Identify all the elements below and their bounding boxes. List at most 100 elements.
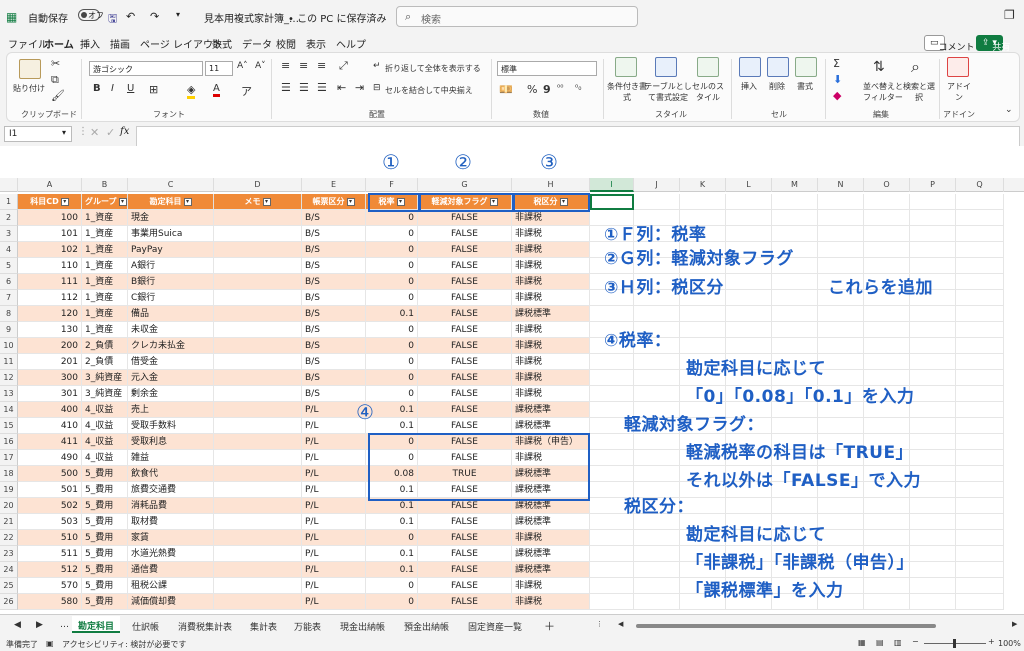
table-cell[interactable]: 非課税 xyxy=(512,274,590,290)
table-cell[interactable]: FALSE xyxy=(418,258,512,274)
empty-cell[interactable] xyxy=(956,210,1004,226)
table-cell[interactable]: 502 xyxy=(18,498,82,514)
table-cell[interactable]: FALSE xyxy=(418,514,512,530)
table-cell[interactable]: 501 xyxy=(18,482,82,498)
table-cell[interactable]: FALSE xyxy=(418,306,512,322)
table-cell[interactable]: 5_費用 xyxy=(82,578,128,594)
empty-cell[interactable] xyxy=(590,546,634,562)
table-cell[interactable] xyxy=(214,290,302,306)
cut-icon[interactable]: ✂ xyxy=(51,57,60,70)
indent-icon[interactable]: ⇤ xyxy=(337,81,346,94)
empty-cell[interactable] xyxy=(726,194,772,210)
font-name-combo[interactable]: 游ゴシック xyxy=(89,61,203,76)
table-cell[interactable]: 201 xyxy=(18,354,82,370)
empty-cell[interactable] xyxy=(772,226,818,242)
delete-cells-icon[interactable] xyxy=(767,57,789,77)
empty-cell[interactable] xyxy=(590,434,634,450)
table-header-cell[interactable]: 帳票区分 ▾ xyxy=(302,194,366,210)
empty-cell[interactable] xyxy=(910,434,956,450)
table-cell[interactable]: FALSE xyxy=(418,354,512,370)
row-header[interactable]: 13 xyxy=(0,386,18,402)
table-cell[interactable]: 課税標準 xyxy=(512,546,590,562)
row-header[interactable]: 16 xyxy=(0,434,18,450)
tab-splitter-icon[interactable]: ⋮ xyxy=(596,620,603,628)
table-header-cell[interactable]: メモ ▾ xyxy=(214,194,302,210)
increase-decimal-icon[interactable]: ⁰⁰ xyxy=(557,83,563,92)
document-title[interactable]: 見本用複式家計簿_… xyxy=(204,10,299,25)
column-header[interactable]: M xyxy=(772,178,818,192)
empty-cell[interactable] xyxy=(910,370,956,386)
empty-cell[interactable] xyxy=(956,402,1004,418)
table-cell[interactable] xyxy=(214,498,302,514)
empty-cell[interactable] xyxy=(818,226,864,242)
empty-cell[interactable] xyxy=(910,338,956,354)
scroll-left-icon[interactable]: ◀ xyxy=(618,620,623,628)
empty-cell[interactable] xyxy=(772,418,818,434)
table-cell[interactable]: 非課税 xyxy=(512,338,590,354)
table-cell[interactable]: B/S xyxy=(302,274,366,290)
empty-cell[interactable] xyxy=(726,226,772,242)
tab-insert[interactable]: 挿入 xyxy=(80,36,100,51)
table-cell[interactable]: B/S xyxy=(302,306,366,322)
table-cell[interactable]: 510 xyxy=(18,530,82,546)
column-header[interactable]: H xyxy=(512,178,590,192)
table-cell[interactable]: P/L xyxy=(302,594,366,610)
table-cell[interactable]: 非課税 xyxy=(512,226,590,242)
sort-filter-button[interactable]: 並べ替えとフィルター xyxy=(863,81,903,103)
align-center-icon[interactable]: ☰ xyxy=(299,81,309,94)
table-cell[interactable]: 0 xyxy=(366,210,418,226)
table-cell[interactable]: FALSE xyxy=(418,594,512,610)
column-header[interactable]: N xyxy=(818,178,864,192)
table-cell[interactable]: 非課税 xyxy=(512,242,590,258)
column-header[interactable]: G xyxy=(418,178,512,192)
table-cell[interactable]: 売上 xyxy=(128,402,214,418)
table-cell[interactable]: 通信費 xyxy=(128,562,214,578)
empty-cell[interactable] xyxy=(726,498,772,514)
tab-view[interactable]: 表示 xyxy=(306,36,326,51)
table-cell[interactable] xyxy=(214,210,302,226)
empty-cell[interactable] xyxy=(772,194,818,210)
table-cell[interactable] xyxy=(214,322,302,338)
empty-cell[interactable] xyxy=(726,338,772,354)
wrap-text-button[interactable]: 折り返して全体を表示する xyxy=(385,63,481,74)
tab-file[interactable]: ファイル xyxy=(8,36,48,51)
table-cell[interactable]: 1_資産 xyxy=(82,274,128,290)
table-cell[interactable]: C銀行 xyxy=(128,290,214,306)
table-cell[interactable]: 課税標準 xyxy=(512,402,590,418)
table-cell[interactable]: FALSE xyxy=(418,338,512,354)
phonetic-icon[interactable]: ア xyxy=(241,83,252,99)
empty-cell[interactable] xyxy=(910,242,956,258)
empty-cell[interactable] xyxy=(956,546,1004,562)
accessibility-status[interactable]: アクセシビリティ: 検討が必要です xyxy=(62,639,186,650)
font-color-icon[interactable]: A xyxy=(213,83,220,97)
empty-cell[interactable] xyxy=(956,290,1004,306)
restore-window-icon[interactable]: ❐ xyxy=(1004,8,1015,22)
table-cell[interactable] xyxy=(214,242,302,258)
table-cell[interactable]: 130 xyxy=(18,322,82,338)
empty-cell[interactable] xyxy=(956,594,1004,610)
table-cell[interactable]: 300 xyxy=(18,370,82,386)
table-cell[interactable]: 5_費用 xyxy=(82,530,128,546)
table-cell[interactable]: 0.1 xyxy=(366,514,418,530)
number-format-combo[interactable]: 標準 xyxy=(497,61,597,76)
table-cell[interactable] xyxy=(214,546,302,562)
table-cell[interactable]: 課税標準 xyxy=(512,562,590,578)
font-size-combo[interactable]: 11 xyxy=(205,61,233,76)
table-cell[interactable]: 0.1 xyxy=(366,306,418,322)
table-cell[interactable]: 剰余金 xyxy=(128,386,214,402)
table-cell[interactable] xyxy=(214,450,302,466)
redo-icon[interactable]: ↷ xyxy=(150,10,159,23)
table-cell[interactable] xyxy=(214,306,302,322)
empty-cell[interactable] xyxy=(864,594,910,610)
column-header[interactable]: B xyxy=(82,178,128,192)
insert-function-icon[interactable]: fx xyxy=(120,126,129,137)
table-cell[interactable]: 非課税 xyxy=(512,290,590,306)
table-cell[interactable]: P/L xyxy=(302,578,366,594)
format-cells-button[interactable]: 書式 xyxy=(797,81,813,92)
table-cell[interactable]: 410 xyxy=(18,418,82,434)
empty-cell[interactable] xyxy=(910,194,956,210)
column-header[interactable]: A xyxy=(18,178,82,192)
filter-dropdown-icon[interactable]: ▾ xyxy=(183,197,192,206)
table-cell[interactable]: 112 xyxy=(18,290,82,306)
empty-cell[interactable] xyxy=(956,562,1004,578)
